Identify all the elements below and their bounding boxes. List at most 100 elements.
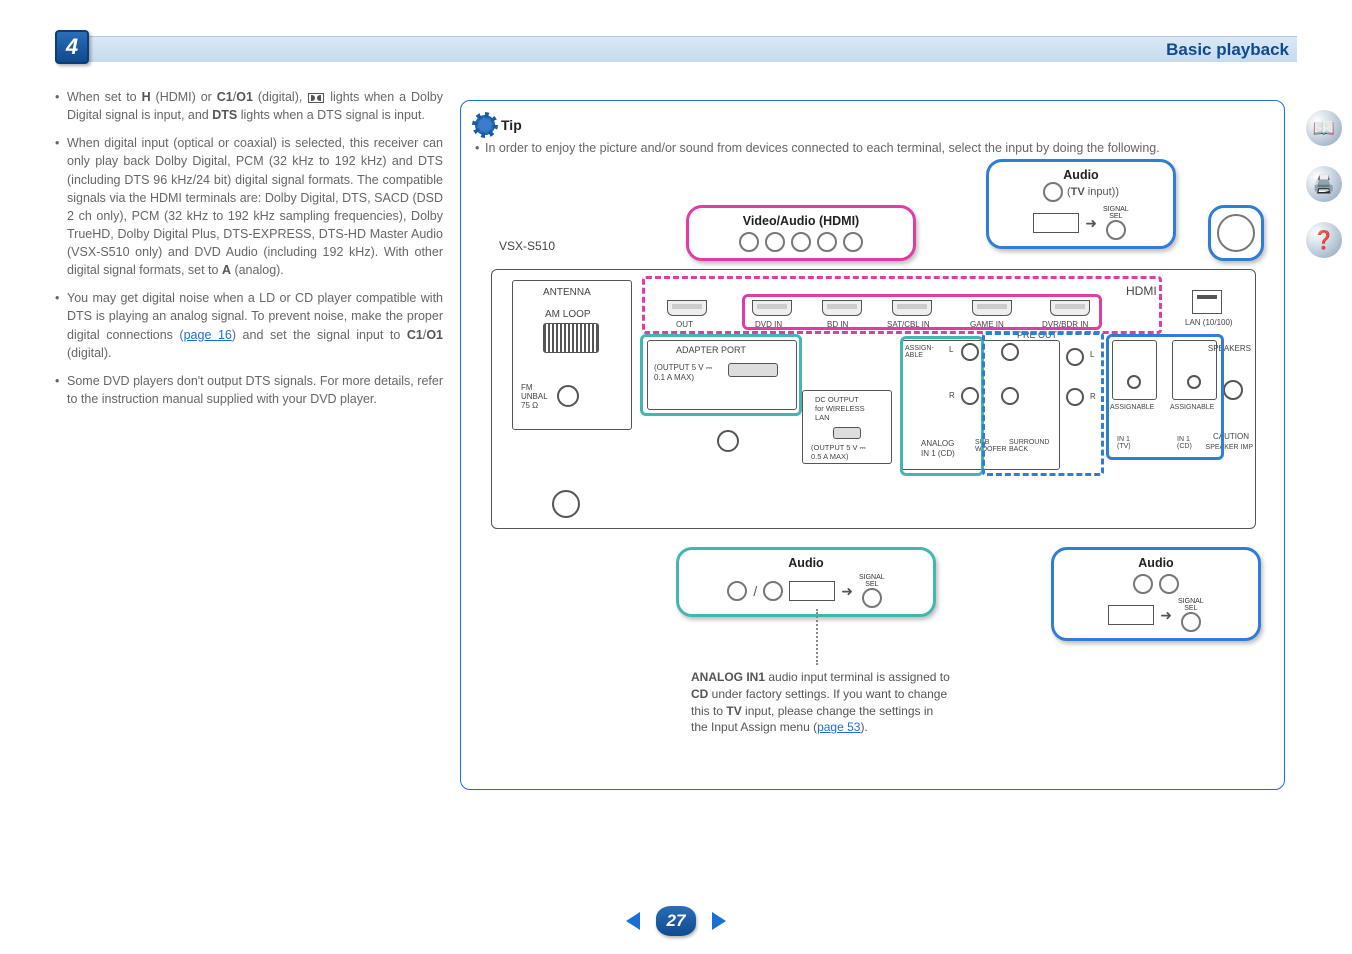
prev-page-button[interactable] bbox=[626, 912, 640, 930]
gear-icon bbox=[475, 115, 495, 135]
chapter-title: Basic playback bbox=[1166, 40, 1289, 60]
label-adapter-sub1: (OUTPUT 5 V ⎓ bbox=[654, 363, 712, 373]
fm-antenna-jack bbox=[557, 385, 579, 407]
callout-title: Video/Audio (HDMI) bbox=[699, 214, 903, 228]
front-button-icon bbox=[791, 232, 811, 252]
callout-title: Audio bbox=[1064, 556, 1248, 570]
label-hdmi-dvd: DVD IN bbox=[755, 320, 782, 329]
leader-line bbox=[816, 609, 818, 665]
front-button-icon bbox=[1133, 574, 1153, 594]
label-caution: CAUTION bbox=[1213, 432, 1249, 441]
display-icon bbox=[1033, 213, 1079, 233]
optical-jack bbox=[1127, 375, 1141, 389]
adapter-port-jack bbox=[728, 363, 778, 377]
hdmi-sat bbox=[892, 300, 932, 316]
coax-jack bbox=[1187, 375, 1201, 389]
label-dc-out: DC OUTPUT for WIRELESS LAN bbox=[815, 395, 865, 422]
hdmi-bd bbox=[822, 300, 862, 316]
usb-button bbox=[717, 430, 739, 452]
label-l2: L bbox=[1090, 350, 1094, 359]
callout-video-audio-hdmi: Video/Audio (HDMI) bbox=[686, 205, 916, 261]
bullet-3: You may get digital noise when a LD or C… bbox=[55, 289, 443, 362]
tip-body-text: In order to enjoy the picture and/or sou… bbox=[475, 141, 1270, 155]
hdmi-dvd bbox=[752, 300, 792, 316]
rca-analog-l bbox=[961, 343, 979, 361]
front-button-icon bbox=[739, 232, 759, 252]
label-amloop: AM LOOP bbox=[545, 309, 591, 320]
label-lan: LAN (10/100) bbox=[1185, 318, 1233, 327]
next-page-button[interactable] bbox=[712, 912, 726, 930]
side-icon-column: 📖 🖨️ ❓ bbox=[1306, 110, 1342, 258]
front-button-icon bbox=[843, 232, 863, 252]
link-page-16[interactable]: page 16 bbox=[184, 328, 232, 342]
label-antenna: ANTENNA bbox=[543, 287, 591, 298]
bullet-4: Some DVD players don't output DTS signal… bbox=[55, 372, 443, 408]
signal-sel-label: SIGNAL SEL bbox=[859, 574, 885, 588]
label-fm: FM UNBAL 75 Ω bbox=[521, 383, 548, 410]
ground-terminal bbox=[552, 490, 580, 518]
label-hdmi-game: GAME IN bbox=[970, 320, 1004, 329]
bullet-2: When digital input (optical or coaxial) … bbox=[55, 134, 443, 279]
label-assignable: ASSIGN- ABLE bbox=[905, 345, 934, 359]
callout-audio-digital: Audio ➜ SIGNAL SEL bbox=[1051, 547, 1261, 641]
page-number-badge: 27 bbox=[656, 906, 696, 936]
label-r2: R bbox=[1090, 392, 1096, 401]
printer-icon[interactable]: 🖨️ bbox=[1306, 166, 1342, 202]
book-icon[interactable]: 📖 bbox=[1306, 110, 1342, 146]
front-button-icon bbox=[1043, 182, 1063, 202]
bullet-1: When set to H (HDMI) or C1/O1 (digital),… bbox=[55, 88, 443, 124]
label-r: R bbox=[949, 391, 955, 400]
tip-heading: Tip bbox=[501, 117, 522, 133]
front-button-icon bbox=[1181, 612, 1201, 632]
link-page-53[interactable]: page 53 bbox=[817, 720, 860, 734]
label-hdmi-bd: BD IN bbox=[827, 320, 848, 329]
label-l: L bbox=[949, 345, 953, 354]
rca-preout-l bbox=[1066, 348, 1084, 366]
knob-icon bbox=[1217, 214, 1255, 252]
front-button-icon bbox=[765, 232, 785, 252]
front-button-icon bbox=[1159, 574, 1179, 594]
label-surround: SURROUND BACK bbox=[1009, 439, 1049, 453]
label-hdmi-sat: SAT/CBL IN bbox=[887, 320, 930, 329]
hdmi-out bbox=[667, 300, 707, 316]
label-in1cd: IN 1 (CD) bbox=[921, 449, 955, 458]
label-incd: IN 1 (CD) bbox=[1177, 436, 1192, 450]
lan-port bbox=[1192, 290, 1222, 314]
chapter-number-badge: 4 bbox=[55, 30, 89, 64]
label-sub: SUB WOOFER bbox=[975, 439, 1007, 453]
callout-knob-right bbox=[1208, 205, 1264, 261]
help-icon[interactable]: ❓ bbox=[1306, 222, 1342, 258]
display-icon bbox=[1108, 605, 1154, 625]
callout-audio-analog: Audio / ➜ SIGNAL SEL bbox=[676, 547, 936, 617]
front-button-icon bbox=[727, 581, 747, 601]
label-intv: IN 1 (TV) bbox=[1117, 436, 1131, 450]
hdmi-game bbox=[972, 300, 1012, 316]
rca-surround bbox=[1001, 387, 1019, 405]
dc-output-jack bbox=[833, 427, 861, 439]
note-analog-in1: ANALOG IN1 audio input terminal is assig… bbox=[691, 669, 951, 736]
top-bar: Basic playback bbox=[55, 36, 1297, 62]
signal-sel-label: SIGNAL SEL bbox=[1103, 206, 1129, 220]
left-text-column: When set to H (HDMI) or C1/O1 (digital),… bbox=[55, 88, 443, 418]
dolby-digital-icon bbox=[308, 93, 324, 103]
label-preout: PRE OUT bbox=[1017, 330, 1057, 340]
arrow-icon: ➜ bbox=[841, 583, 853, 600]
label-assignable2b: ASSIGNABLE bbox=[1170, 404, 1214, 411]
label-speaker-imp: SPEAKER IMP bbox=[1206, 444, 1253, 451]
callout-sub: (TV input)) bbox=[999, 182, 1163, 202]
front-button-icon bbox=[763, 581, 783, 601]
front-button-icon bbox=[817, 232, 837, 252]
digital-in-optical bbox=[1112, 340, 1157, 400]
rca-analog-r bbox=[961, 387, 979, 405]
front-button-icon bbox=[1106, 220, 1126, 240]
label-adapter-sub2: 0.1 A MAX) bbox=[654, 373, 694, 382]
label-adapter: ADAPTER PORT bbox=[676, 345, 746, 355]
label-dc-out-sub2: 0.5 A MAX) bbox=[811, 452, 849, 461]
label-hdmi-out: OUT bbox=[676, 320, 693, 329]
callout-audio-tv: Audio (TV input)) ➜ SIGNAL SEL bbox=[986, 159, 1176, 249]
diagram-area: Video/Audio (HDMI) Audio (TV input)) ➜ bbox=[481, 159, 1264, 769]
tip-panel: Tip In order to enjoy the picture and/or… bbox=[460, 100, 1285, 790]
display-icon bbox=[789, 581, 835, 601]
label-hdmi: HDMI bbox=[1126, 284, 1157, 298]
hdmi-dvr bbox=[1050, 300, 1090, 316]
